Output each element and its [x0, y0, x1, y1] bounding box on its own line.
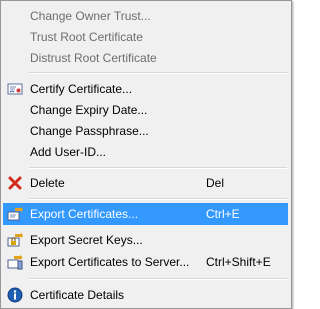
- menu-item-change-owner-trust: Change Owner Trust...: [3, 5, 288, 27]
- menu-separator: [29, 278, 287, 280]
- menu-item-label: Export Secret Keys...: [30, 233, 143, 247]
- menu-item-export-certificates-to-server[interactable]: Export Certificates to Server... Ctrl+Sh…: [3, 251, 288, 273]
- menu-item-export-certificates[interactable]: Export Certificates... Ctrl+E: [3, 203, 288, 225]
- menu-item-label: Certificate Details: [30, 288, 125, 302]
- menu-item-shortcut: Ctrl+Shift+E: [206, 255, 271, 269]
- menu-item-label: Change Owner Trust...: [30, 9, 151, 23]
- menu-item-label: Trust Root Certificate: [30, 30, 143, 44]
- menu-item-label: Change Expiry Date...: [30, 103, 148, 117]
- menu-item-label: Delete: [30, 176, 65, 190]
- menu-item-shortcut: Ctrl+E: [206, 207, 240, 221]
- menu-item-export-secret-keys[interactable]: Export Secret Keys...: [3, 229, 288, 251]
- menu-item-label: Add User-ID...: [30, 145, 107, 159]
- menu-separator: [29, 198, 287, 200]
- menu-item-shortcut: Del: [206, 176, 225, 190]
- menu-item-distrust-root-certificate: Distrust Root Certificate: [3, 47, 288, 69]
- menu-item-certify-certificate[interactable]: Certify Certificate...: [3, 78, 288, 100]
- export-to-server-icon: [7, 254, 23, 270]
- menu-item-label: Distrust Root Certificate: [30, 51, 157, 65]
- menu-separator: [29, 167, 287, 169]
- menu-item-label: Export Certificates...: [30, 207, 139, 221]
- menu-item-label: Export Certificates to Server...: [30, 255, 190, 269]
- menu-item-certificate-details[interactable]: Certificate Details: [3, 284, 288, 306]
- context-menu: Change Owner Trust... Trust Root Certifi…: [0, 0, 292, 309]
- menu-item-label: Certify Certificate...: [30, 82, 133, 96]
- delete-x-icon: [7, 175, 23, 191]
- menu-separator: [29, 72, 287, 74]
- menu-item-label: Change Passphrase...: [30, 124, 149, 138]
- info-icon: [7, 287, 23, 303]
- export-certificates-icon: [7, 206, 23, 222]
- certify-icon: [7, 81, 23, 97]
- export-secret-keys-icon: [7, 232, 23, 248]
- menu-item-change-passphrase[interactable]: Change Passphrase...: [3, 120, 288, 142]
- menu-item-trust-root-certificate: Trust Root Certificate: [3, 26, 288, 48]
- menu-item-change-expiry-date[interactable]: Change Expiry Date...: [3, 99, 288, 121]
- menu-item-add-user-id[interactable]: Add User-ID...: [3, 141, 288, 163]
- menu-item-delete[interactable]: Delete Del: [3, 172, 288, 194]
